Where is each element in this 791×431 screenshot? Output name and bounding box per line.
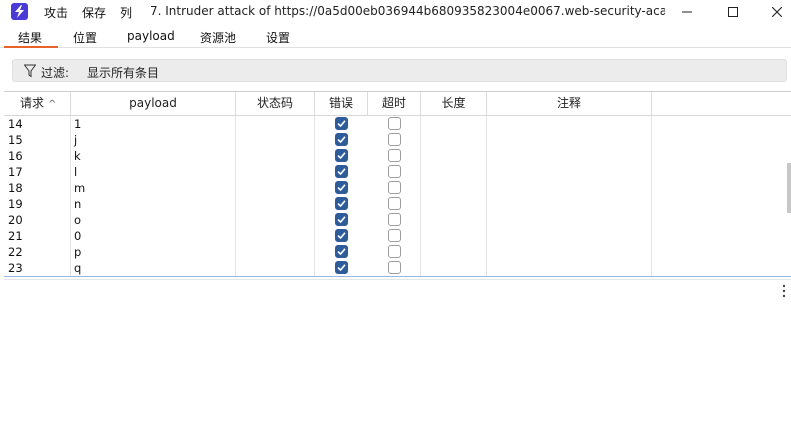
cell-request: 20	[8, 213, 23, 227]
error-checkbox	[335, 181, 348, 194]
cell-payload: o	[74, 213, 82, 227]
tab-bar: 结果 位置 payload 资源池 设置	[0, 26, 791, 48]
error-checkbox	[335, 245, 348, 258]
results-table: 请求 ^ payload 状态码 错误 超时 长度 注释 14 1 15 j 16 k 17 l…	[4, 91, 791, 277]
error-checkbox	[335, 213, 348, 226]
cell-request: 19	[8, 197, 23, 211]
sort-ascending-icon: ^	[48, 99, 57, 110]
cell-payload: p	[74, 245, 82, 259]
column-header-length[interactable]: 长度	[421, 92, 487, 116]
minimize-icon	[682, 11, 692, 12]
cell-payload: l	[74, 165, 78, 179]
timeout-checkbox	[388, 229, 401, 242]
table-row[interactable]: 20 o	[4, 212, 791, 228]
menu-save[interactable]: 保存	[82, 4, 106, 21]
cell-request: 23	[8, 261, 23, 275]
cell-payload: 0	[74, 229, 82, 243]
vertical-scrollbar[interactable]	[787, 163, 791, 213]
cell-request: 17	[8, 165, 23, 179]
error-checkbox	[335, 229, 348, 242]
cell-payload: q	[74, 261, 82, 275]
cell-payload: k	[74, 149, 81, 163]
table-row[interactable]: 14 1	[4, 116, 791, 132]
tab-payload[interactable]: payload	[127, 29, 175, 43]
cell-payload: n	[74, 197, 82, 211]
timeout-checkbox	[388, 261, 401, 274]
error-checkbox	[335, 149, 348, 162]
more-options-icon[interactable]	[781, 283, 787, 299]
cell-payload: m	[74, 181, 86, 195]
tab-settings[interactable]: 设置	[266, 29, 290, 46]
maximize-icon	[728, 6, 738, 17]
table-row[interactable]: 17 l	[4, 164, 791, 180]
column-header-timeout[interactable]: 超时	[368, 92, 421, 116]
timeout-checkbox	[388, 117, 401, 130]
close-icon	[772, 6, 782, 17]
table-row[interactable]: 18 m	[4, 180, 791, 196]
column-header-label: 请求	[20, 96, 45, 110]
column-header-comment[interactable]: 注释	[487, 92, 652, 116]
active-tab-indicator	[4, 46, 58, 48]
table-row[interactable]: 15 j	[4, 132, 791, 148]
minimize-button[interactable]	[664, 0, 710, 23]
cell-request: 16	[8, 149, 23, 163]
table-row[interactable]: 21 0	[4, 228, 791, 244]
table-row[interactable]: 19 n	[4, 196, 791, 212]
filter-value: 显示所有条目	[87, 66, 160, 80]
table-row[interactable]: 16 k	[4, 148, 791, 164]
error-checkbox	[335, 133, 348, 146]
table-header: 请求 ^ payload 状态码 错误 超时 长度 注释	[4, 92, 791, 116]
cell-request: 21	[8, 229, 23, 243]
timeout-checkbox	[388, 213, 401, 226]
column-header-payload[interactable]: payload	[71, 92, 236, 116]
menu-columns[interactable]: 列	[120, 4, 132, 21]
table-row[interactable]: 22 p	[4, 244, 791, 260]
column-header-status[interactable]: 状态码	[236, 92, 315, 116]
column-header-error[interactable]: 错误	[315, 92, 368, 116]
tab-results[interactable]: 结果	[18, 29, 42, 46]
timeout-checkbox	[388, 133, 401, 146]
cell-request: 15	[8, 133, 23, 147]
error-checkbox	[335, 197, 348, 210]
request-detail-pane	[4, 279, 791, 431]
cell-request: 14	[8, 117, 23, 131]
timeout-checkbox	[388, 245, 401, 258]
cell-payload: j	[74, 133, 78, 147]
error-checkbox	[335, 117, 348, 130]
timeout-checkbox	[388, 197, 401, 210]
timeout-checkbox	[388, 149, 401, 162]
column-header-request[interactable]: 请求 ^	[4, 92, 71, 116]
timeout-checkbox	[388, 181, 401, 194]
cell-request: 18	[8, 181, 23, 195]
filter-icon	[24, 64, 36, 78]
window-title: 7. Intruder attack of https://0a5d00eb03…	[150, 4, 665, 18]
close-button[interactable]	[754, 0, 791, 23]
timeout-checkbox	[388, 165, 401, 178]
title-bar: 攻击 保存 列 7. Intruder attack of https://0a…	[0, 0, 791, 23]
burp-lightning-icon	[11, 3, 28, 20]
cell-payload: 1	[74, 117, 82, 131]
maximize-button[interactable]	[710, 0, 756, 23]
tab-positions[interactable]: 位置	[73, 29, 97, 46]
tab-resource-pool[interactable]: 资源池	[200, 29, 236, 46]
filter-bar[interactable]: 过滤: 显示所有条目	[12, 59, 787, 82]
table-row[interactable]: 23 q	[4, 260, 791, 276]
menu-attack[interactable]: 攻击	[44, 4, 68, 21]
filter-label: 过滤:	[41, 66, 70, 80]
cell-request: 22	[8, 245, 23, 259]
error-checkbox	[335, 165, 348, 178]
error-checkbox	[335, 261, 348, 274]
